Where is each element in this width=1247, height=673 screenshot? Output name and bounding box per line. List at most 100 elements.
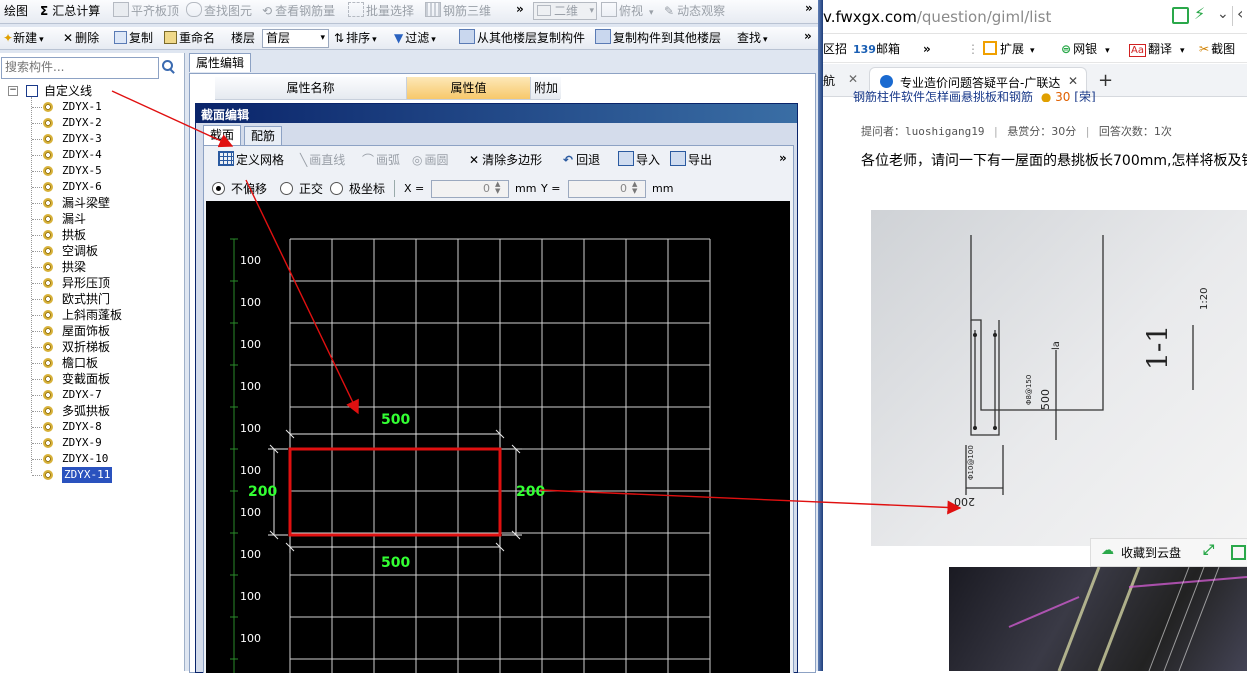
- draw-line-button[interactable]: ╲ 画直线: [300, 149, 345, 171]
- tree-item[interactable]: 变截面板: [0, 371, 180, 387]
- tree-item[interactable]: 拱梁: [0, 259, 180, 275]
- dynamic-view-button[interactable]: ✎ 动态观察: [664, 0, 725, 22]
- bookmark-zone[interactable]: 区招: [823, 38, 847, 60]
- tree-item[interactable]: 欧式拱门: [0, 291, 180, 307]
- draw-arc-button[interactable]: ⌒ 画弧: [362, 149, 400, 171]
- tab-rebar[interactable]: 配筋: [244, 126, 283, 145]
- tree-item[interactable]: ZDYX-9: [0, 435, 180, 451]
- translate-button[interactable]: Aa 翻译 ▾: [1129, 38, 1185, 60]
- bank-button[interactable]: ⊜ 网银 ▾: [1061, 38, 1110, 60]
- rebar-3d-button[interactable]: 钢筋三维: [425, 0, 491, 22]
- tab-active-close-icon[interactable]: ✕: [1068, 74, 1078, 88]
- export-button[interactable]: 导出: [670, 149, 712, 171]
- question-title-cut[interactable]: 钢筋柱件软件怎样画悬挑板和钢筋 ● 30 [荣]: [853, 88, 1096, 102]
- radio-no-offset[interactable]: [212, 182, 225, 195]
- tree-branch-line: [32, 443, 42, 444]
- tree-item[interactable]: ZDYX-2: [0, 115, 180, 131]
- tree-item[interactable]: 檐口板: [0, 355, 180, 371]
- rename-button[interactable]: 重命名: [164, 27, 215, 49]
- tree-item[interactable]: ZDYX-8: [0, 419, 180, 435]
- tree-item[interactable]: ZDYX-5: [0, 163, 180, 179]
- tree-item[interactable]: ZDYX-11: [0, 467, 180, 483]
- new-tab-button[interactable]: +: [1098, 70, 1113, 91]
- toolbar-overflow-icon-3[interactable]: »: [804, 29, 812, 43]
- y-input[interactable]: 0 ▲ ▼: [568, 180, 646, 198]
- x-input[interactable]: 0 ▲ ▼: [431, 180, 509, 198]
- section-rectangle[interactable]: [288, 447, 502, 537]
- lightning-icon[interactable]: ⚡: [1194, 4, 1205, 23]
- url-field[interactable]: v.fwxgx.com/question/giml/list: [823, 6, 1163, 28]
- cloud-save-button[interactable]: 收藏到云盘: [1121, 544, 1181, 561]
- new-button[interactable]: ✦新建 ▾: [3, 27, 44, 49]
- copy-from-floor-button[interactable]: 从其他楼层复制构件: [459, 27, 585, 49]
- tree-item[interactable]: ZDYX-3: [0, 131, 180, 147]
- collapse-icon[interactable]: −: [8, 86, 18, 96]
- drawing-dim-200: 200: [954, 495, 975, 508]
- undo-button[interactable]: ↶ 回退: [563, 149, 600, 171]
- view-rebar-qty-button[interactable]: ⟲ 查看钢筋量: [262, 0, 335, 22]
- tree-item[interactable]: 异形压顶: [0, 275, 180, 291]
- search-input[interactable]: [2, 58, 158, 76]
- back-icon[interactable]: ‹: [1237, 4, 1243, 23]
- tab-property-edit[interactable]: 属性编辑: [189, 53, 252, 72]
- section-canvas[interactable]: 100 100 100 100 100 100 100 100 100 100 500 500 2…: [206, 201, 790, 673]
- asker-name[interactable]: luoshigang19: [905, 125, 984, 138]
- toolbar-overflow-icon-2[interactable]: »: [805, 1, 813, 15]
- tree-item[interactable]: ZDYX-4: [0, 147, 180, 163]
- copy-button[interactable]: 复制: [114, 27, 153, 49]
- radio-polar[interactable]: [330, 182, 343, 195]
- radio-ortho[interactable]: [280, 182, 293, 195]
- ext-button[interactable]: 扩展 ▾: [983, 38, 1035, 60]
- bookmarks-more-icon[interactable]: »: [923, 38, 931, 60]
- top-view-button[interactable]: 俯视 ▾: [601, 0, 654, 22]
- tab-section[interactable]: 截面: [203, 125, 242, 145]
- filter-button[interactable]: ▼ 过滤 ▾: [394, 27, 436, 49]
- find-element-button[interactable]: 查找图元: [186, 0, 252, 22]
- question-body: 各位老师，请问一下有一屋面的悬挑板长700mm,怎样将板及钢: [861, 153, 1247, 169]
- x-spin-icon[interactable]: ▲ ▼: [495, 181, 507, 195]
- tree-item[interactable]: ZDYX-1: [0, 99, 180, 115]
- copy-image-icon[interactable]: [1231, 545, 1246, 560]
- floor-select[interactable]: 首层 ▾: [262, 29, 329, 48]
- dropdown-icon[interactable]: ⌄: [1217, 6, 1229, 22]
- sort-button[interactable]: ⇅ 排序 ▾: [334, 27, 377, 49]
- search-icon[interactable]: [161, 59, 175, 74]
- screenshot-button[interactable]: ✂ 截图: [1199, 38, 1235, 60]
- search-box[interactable]: [1, 57, 159, 79]
- flat-top-button[interactable]: 平齐板顶: [113, 0, 179, 22]
- fullscreen-icon[interactable]: ⤢: [1203, 542, 1214, 558]
- tree-item[interactable]: 屋面饰板: [0, 323, 180, 339]
- dialog-titlebar[interactable]: 截面编辑: [196, 104, 797, 123]
- tree-item[interactable]: 拱板: [0, 227, 180, 243]
- question-photo[interactable]: 1-1 1:20 500 200 la Φ8@150 Φ10@100: [871, 210, 1247, 546]
- draw-button[interactable]: 绘图: [4, 0, 28, 22]
- tree-item[interactable]: 空调板: [0, 243, 180, 259]
- tree-item[interactable]: 漏斗: [0, 211, 180, 227]
- view-mode-select[interactable]: 二维 ▾: [533, 2, 597, 20]
- sum-button[interactable]: Σ 汇总计算: [40, 0, 100, 22]
- share-icon[interactable]: [1172, 7, 1189, 24]
- delete-button[interactable]: ✕ 删除: [63, 27, 99, 49]
- tree-item[interactable]: ZDYX-6: [0, 179, 180, 195]
- copy-to-floor-button[interactable]: 复制构件到其他楼层: [595, 27, 721, 49]
- tree-item[interactable]: 多弧拱板: [0, 403, 180, 419]
- tree-item[interactable]: ZDYX-10: [0, 451, 180, 467]
- tree-item[interactable]: 双折梯板: [0, 339, 180, 355]
- define-grid-button[interactable]: 定义网格: [218, 149, 284, 171]
- tree-item[interactable]: 漏斗梁壁: [0, 195, 180, 211]
- question-photo-2[interactable]: [949, 567, 1247, 671]
- tree-root[interactable]: − 自定义线: [0, 83, 180, 99]
- bookmark-mail[interactable]: 139邮箱: [853, 38, 900, 60]
- draw-toolbar-overflow-icon[interactable]: »: [779, 151, 787, 165]
- find-button[interactable]: 查找 ▾: [737, 27, 768, 49]
- tab-prev[interactable]: 航: [823, 70, 835, 92]
- draw-circle-button[interactable]: ◎ 画圆: [412, 149, 449, 171]
- import-button[interactable]: 导入: [618, 149, 660, 171]
- tree-item[interactable]: ZDYX-7: [0, 387, 180, 403]
- toolbar-overflow-icon[interactable]: »: [516, 2, 524, 16]
- batch-select-button[interactable]: 批量选择: [348, 0, 414, 22]
- tab-prev-close-icon[interactable]: ✕: [848, 72, 858, 86]
- y-spin-icon[interactable]: ▲ ▼: [632, 181, 644, 195]
- clear-polygon-button[interactable]: ✕ 清除多边形: [469, 149, 542, 171]
- tree-item[interactable]: 上斜雨蓬板: [0, 307, 180, 323]
